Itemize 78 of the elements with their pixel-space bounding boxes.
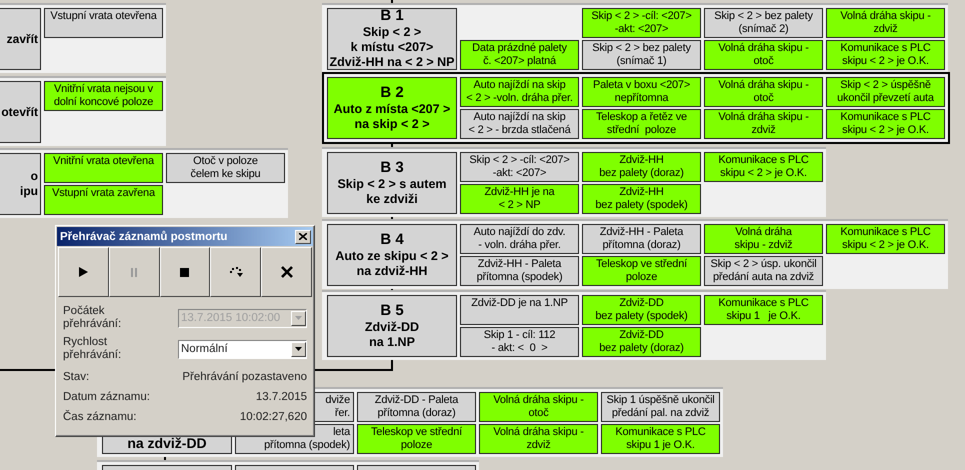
condition-cell: Skip < 2 > bez palety (snímač 1) [582, 40, 701, 70]
play-icon [78, 267, 88, 277]
block-label: o ipu [20, 169, 38, 199]
dropdown-field[interactable]: Normální [178, 340, 307, 358]
condition-cell: Teleskop ve střední poloze [582, 256, 701, 286]
condition-cell: Volná dráha skipu - otoč [479, 392, 598, 422]
close-button[interactable] [261, 247, 312, 297]
step-button[interactable] [210, 247, 262, 297]
condition-cell: Komunikace s PLC skipu < 2 > je O.K. [704, 152, 823, 182]
block-code: B 1 [380, 8, 404, 23]
condition-cell: Zdviž-HH bez palety (doraz) [582, 152, 701, 182]
condition-cell: Auto najíždí na skip < 2 > - brzda stlačená [460, 109, 579, 139]
condition-cell: Zdviž-HH je na < 2 > NP [460, 184, 579, 214]
info-label: Čas záznamu: [63, 411, 137, 423]
block-label: Skip < 2 > k místu <207> Zdviž-HH na < 2 > NP [329, 25, 455, 70]
condition-cell: Vstupní vrata zavřena [44, 185, 163, 215]
condition-cell: Komunikace s PLC skipu < 2 > je O.K. [826, 109, 945, 139]
condition-cell: Skip < 2 > úspěšně ukončil převzetí auta [826, 77, 945, 107]
close-icon [280, 266, 293, 278]
condition-cell: Vstupní vrata otevřena [44, 8, 163, 38]
condition-cell: Volná dráha skipu - zdviž [704, 109, 823, 139]
pause-icon [130, 268, 138, 276]
block-code: B 5 [380, 302, 404, 318]
field-label: Rychlost přehrávání: [63, 336, 122, 362]
condition-cell: Skip < 2 > -cíl: <207> -akt: <207> [582, 8, 701, 38]
condition-cell: Komunikace s PLC skipu 1 je O.K. [601, 424, 720, 454]
block-code: B 3 [380, 160, 404, 174]
condition-cell: Volná dráha skipu - otoč [704, 40, 823, 70]
block-label: Auto z místa <207 > na skip < 2 > [334, 102, 450, 132]
block-label: Auto ze skipu < 2 > na zdviž-HH [335, 248, 449, 278]
close-button[interactable] [295, 230, 311, 244]
condition-cell: Skip < 2 > úsp. ukončil předání auta na zdviž [704, 256, 823, 286]
condition-cell: Vnitřní vrata nejsou v dolní koncové poloze [44, 81, 163, 111]
condition-cell: Zdviž-DD bez palety (doraz) [582, 327, 701, 357]
condition-cell: Vnitřní vrata otevřena [44, 153, 163, 183]
condition-cell: Komunikace s PLC skipu < 2 > je O.K. [826, 40, 945, 70]
condition-cell: Komunikace s PLC skipu 1 je O.K. [704, 295, 823, 325]
condition-cell: Data prázdné palety č. <207> platná [460, 40, 579, 70]
window-title: Přehrávač záznamů postmortu [60, 230, 228, 242]
condition-cell: Auto najíždí na skip < 2 > -voln. dráha přer. [460, 77, 579, 107]
info-value: 10:02:27,620 [240, 411, 307, 423]
condition-cell: Teleskop a řetěz ve střední poloze [582, 109, 701, 139]
condition-cell: Zdviž-DD - Paleta přítomna (doraz) [357, 392, 476, 422]
condition-cell: Skip 1 - cíl: 112 - akt: < 0 > [460, 327, 579, 357]
condition-cell: Komunikace s PLC skipu < 2 > je O.K. [826, 224, 945, 254]
block-label: Zdviž-DD na 1.NP [364, 320, 420, 350]
play-button[interactable] [58, 247, 109, 297]
condition-cell: Volná dráha skipu - zdviž [826, 8, 945, 38]
info-label: Datum záznamu: [63, 391, 150, 403]
condition-cell: Zdviž-HH - Paleta přítomna (spodek) [460, 256, 579, 286]
block-code: B 4 [380, 232, 404, 246]
info-value: 13.7.2015 [256, 391, 307, 403]
stop-button[interactable] [160, 247, 210, 297]
condition-cell: Zdviž-HH bez palety (spodek) [582, 184, 701, 214]
condition-cell: Zdviž-DD bez palety (spodek) [582, 295, 701, 325]
condition-cell: Skip < 2 > bez palety (snímač 2) [704, 8, 823, 38]
condition-cell: Auto najíždí do zdv. - voln. dráha přer. [460, 224, 579, 254]
close-icon [299, 233, 307, 240]
info-label: Stav: [63, 371, 90, 383]
field-label: Počátek přehrávání: [63, 305, 122, 331]
condition-cell: Zdviž-DD je na 1.NP [460, 295, 579, 325]
block-label: Skip < 2 > s autem ke zdviži [337, 176, 447, 206]
block-label: otevřít [1, 104, 38, 120]
condition-cell: Volná dráha skipu - zdviž [479, 424, 598, 454]
stop-icon [180, 268, 190, 276]
block-label: na zdviž-DD [127, 436, 207, 451]
condition-cell: Otoč v poloze čelem ke skipu [166, 153, 285, 183]
condition-cell: Teleskop ve střední poloze [357, 424, 476, 454]
condition-cell: Skip 1 úspěšně ukončil předání pal. na zdviž [601, 392, 720, 422]
block-label: zavřít [6, 32, 38, 46]
condition-cell: Zdviž-HH - Paleta přítomna (doraz) [582, 224, 701, 254]
condition-cell: Volná dráha skipu - zdviž [704, 224, 823, 254]
info-value: Přehrávání pozastaveno [182, 371, 307, 383]
condition-cell: Paleta v boxu <207> nepřítomna [582, 77, 701, 107]
block-code: B 2 [380, 84, 404, 100]
condition-cell: Skip < 2 > -cíl: <207> -akt: <207> [460, 152, 579, 182]
condition-cell: Volná dráha skipu - otoč [704, 77, 823, 107]
dotted-arrow-icon [228, 266, 243, 278]
